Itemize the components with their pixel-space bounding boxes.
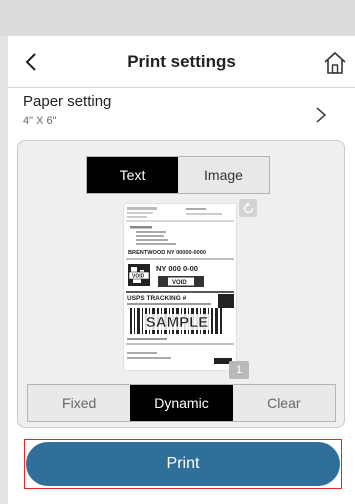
preview-card: Text Image BRENTWOOD NY 00000-0000 VOID … bbox=[17, 140, 345, 428]
shipping-label-graphic: BRENTWOOD NY 00000-0000 VOID NY 000 0-00… bbox=[124, 204, 236, 370]
label-preview: BRENTWOOD NY 00000-0000 VOID NY 000 0-00… bbox=[123, 203, 237, 371]
paper-setting-label: Paper setting bbox=[23, 93, 112, 110]
dynamic-option[interactable]: Dynamic bbox=[130, 385, 233, 421]
paper-size-value: 4" X 6" bbox=[23, 115, 57, 127]
header: Print settings bbox=[8, 36, 355, 88]
mode-toggle: Fixed Dynamic Clear bbox=[27, 384, 336, 422]
sample-watermark: SAMPLE bbox=[146, 314, 209, 331]
label-city-text: BRENTWOOD NY 00000-0000 bbox=[128, 250, 206, 256]
paper-setting-row[interactable]: Paper setting 4" X 6" bbox=[8, 89, 355, 135]
clear-option[interactable]: Clear bbox=[233, 385, 335, 421]
void-stamp-text-1: VOID bbox=[132, 274, 145, 280]
image-option[interactable]: Image bbox=[178, 157, 269, 193]
text-option[interactable]: Text bbox=[87, 157, 178, 193]
print-button[interactable]: Print bbox=[26, 442, 340, 486]
print-highlight-frame: Print bbox=[24, 439, 342, 489]
home-icon[interactable] bbox=[322, 50, 348, 76]
page-title: Print settings bbox=[127, 52, 236, 71]
fixed-option[interactable]: Fixed bbox=[28, 385, 130, 421]
tracking-heading: USPS TRACKING # bbox=[127, 295, 187, 302]
rotate-icon[interactable] bbox=[239, 199, 257, 217]
void-stamp-text-2: VOID bbox=[172, 280, 187, 286]
content-type-toggle: Text Image bbox=[86, 156, 270, 194]
status-bar-area bbox=[0, 0, 355, 36]
label-service-code: NY 000 0-00 bbox=[156, 264, 198, 273]
chevron-right-icon[interactable] bbox=[314, 105, 328, 125]
print-settings-panel: Print settings Paper setting 4" X 6" Tex… bbox=[8, 36, 355, 504]
page-number-badge: 1 bbox=[229, 361, 249, 379]
